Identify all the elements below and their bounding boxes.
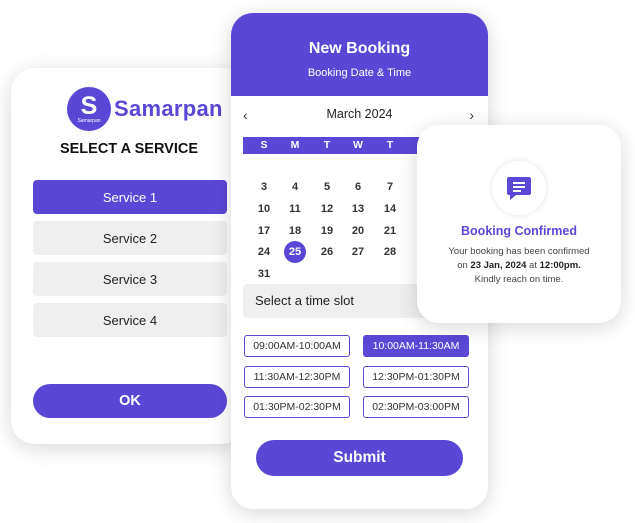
calendar-day[interactable]: 5 xyxy=(316,177,338,197)
chat-bubble-icon xyxy=(492,161,546,215)
brand-name: Samarpan xyxy=(114,96,223,121)
calendar-day[interactable]: 19 xyxy=(316,221,338,241)
select-service-title: SELECT A SERVICE xyxy=(59,141,199,157)
calendar-day[interactable]: 10 xyxy=(253,199,275,219)
submit-button[interactable]: Submit xyxy=(256,440,463,476)
weekday-label: W xyxy=(353,139,363,151)
calendar-day[interactable]: 20 xyxy=(347,221,369,241)
calendar-day[interactable]: 18 xyxy=(284,221,306,241)
calendar-day[interactable]: 21 xyxy=(379,221,401,241)
weekday-label: T xyxy=(386,139,394,151)
confirmation-on: on xyxy=(457,260,468,271)
calendar-day[interactable]: 4 xyxy=(284,177,306,197)
service-option-4[interactable]: Service 4 xyxy=(33,303,227,337)
confirmation-line-3: Kindly reach on time. xyxy=(474,274,564,285)
service-option-1[interactable]: Service 1 xyxy=(33,180,227,214)
calendar-day[interactable]: 24 xyxy=(253,242,275,262)
calendar-day[interactable]: 13 xyxy=(347,199,369,219)
confirmation-card: Booking Confirmed Your booking has been … xyxy=(417,125,621,323)
logo-sub-text: Samarpan xyxy=(77,118,101,124)
logo-icon: S Samarpan xyxy=(67,87,111,131)
calendar-day[interactable]: 3 xyxy=(253,177,275,197)
confirmation-date: 23 Jan, 2024 xyxy=(470,260,527,271)
service-option-2[interactable]: Service 2 xyxy=(33,221,227,255)
weekday-label: T xyxy=(323,139,331,151)
calendar-day[interactable]: 6 xyxy=(347,177,369,197)
time-slot-button-selected[interactable]: 10:00AM-11:30AM xyxy=(363,335,469,357)
ok-button[interactable]: OK xyxy=(33,384,227,418)
confirmation-title: Booking Confirmed xyxy=(461,224,577,238)
service-card: S Samarpan Samarpan SELECT A SERVICE Ser… xyxy=(11,68,247,444)
time-slot-button[interactable]: 12:30PM-01:30PM xyxy=(363,366,469,388)
calendar-day[interactable]: 11 xyxy=(284,199,306,219)
calendar-day[interactable]: 14 xyxy=(379,199,401,219)
calendar-day[interactable]: 26 xyxy=(316,242,338,262)
calendar-day[interactable]: 27 xyxy=(347,242,369,262)
time-slot-button[interactable]: 09:00AM-10:00AM xyxy=(244,335,350,357)
chevron-right-icon[interactable]: › xyxy=(469,107,474,123)
confirmation-time: 12:00pm. xyxy=(539,260,581,271)
brand-logo: S Samarpan Samarpan xyxy=(67,87,223,131)
weekday-label: M xyxy=(290,139,300,151)
confirmation-at: at xyxy=(529,260,537,271)
calendar-day-selected[interactable]: 25 xyxy=(284,241,306,263)
calendar-day[interactable]: 31 xyxy=(253,264,275,284)
logo-letter: S xyxy=(80,92,98,120)
service-option-3[interactable]: Service 3 xyxy=(33,262,227,296)
calendar-day[interactable]: 7 xyxy=(379,177,401,197)
calendar-day[interactable]: 28 xyxy=(379,242,401,262)
booking-title: New Booking xyxy=(308,40,411,57)
confirmation-message: Your booking has been confirmed on 23 Ja… xyxy=(427,245,611,287)
confirmation-line-1: Your booking has been confirmed xyxy=(448,246,590,257)
time-slot-button[interactable]: 01:30PM-02:30PM xyxy=(244,396,350,418)
time-slot-button[interactable]: 02:30PM-03:00PM xyxy=(363,396,469,418)
weekday-label: S xyxy=(260,139,268,151)
confirmation-line-2: on 23 Jan, 2024 at 12:00pm. xyxy=(427,259,611,273)
calendar-month: March 2024 xyxy=(326,107,393,121)
calendar-day[interactable]: 12 xyxy=(316,199,338,219)
booking-subtitle: Booking Date & Time xyxy=(307,67,412,79)
booking-header: New Booking Booking Date & Time xyxy=(231,13,488,96)
calendar-day[interactable]: 17 xyxy=(253,221,275,241)
time-slot-button[interactable]: 11:30AM-12:30PM xyxy=(244,366,350,388)
